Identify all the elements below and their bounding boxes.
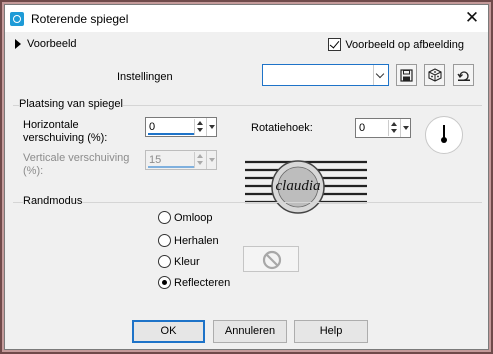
rotation-angle-dropdown[interactable] xyxy=(400,119,410,137)
vertical-offset-label-1: Verticale verschuiving xyxy=(23,152,130,164)
rotation-angle-spin-arrows[interactable] xyxy=(388,120,399,136)
outer-frame: Roterende spiegel ✕ Voorbeeld Voorbeeld … xyxy=(0,0,493,354)
floppy-disk-icon xyxy=(400,68,413,82)
save-preset-button[interactable] xyxy=(396,64,417,86)
vertical-offset-spin-arrows xyxy=(194,152,205,168)
edge-mode-option-repeat[interactable]: Herhalen xyxy=(158,234,219,247)
dialog-window: Roterende spiegel ✕ Voorbeeld Voorbeeld … xyxy=(4,4,489,350)
rotation-dial[interactable] xyxy=(425,116,463,154)
rotation-angle-label: Rotatiehoek: xyxy=(251,122,313,134)
horizontal-offset-value[interactable]: 0 xyxy=(149,121,155,133)
radio-wrap[interactable] xyxy=(158,211,171,224)
horizontal-offset-spin-arrows[interactable] xyxy=(194,119,205,135)
vertical-offset-underline xyxy=(148,166,194,168)
random-preset-button[interactable] xyxy=(424,64,445,86)
inner-frame: Roterende spiegel ✕ Voorbeeld Voorbeeld … xyxy=(2,2,491,352)
preview-toggle[interactable]: Voorbeeld xyxy=(15,38,77,50)
reset-icon xyxy=(456,71,470,81)
app-icon xyxy=(10,12,24,26)
rotation-angle-stepper[interactable]: 0 xyxy=(355,118,411,138)
rotation-angle-value[interactable]: 0 xyxy=(359,122,365,134)
edge-mode-option-wrap[interactable]: Omloop xyxy=(158,211,213,224)
preview-on-image-checkbox[interactable] xyxy=(328,38,342,51)
ok-button[interactable]: OK xyxy=(132,320,205,343)
radio-reflect-label[interactable]: Reflecteren xyxy=(174,277,230,289)
edge-mode-group-title: Randmodus xyxy=(23,195,83,207)
radio-repeat[interactable] xyxy=(158,234,171,247)
spin-down-icon[interactable] xyxy=(197,128,203,132)
svg-text:claudia: claudia xyxy=(276,178,321,194)
dice-icon xyxy=(427,68,442,82)
claudia-watermark-logo: claudia xyxy=(245,160,367,214)
vertical-offset-dropdown xyxy=(206,151,216,169)
vertical-offset-value: 15 xyxy=(149,154,162,166)
help-button[interactable]: Help xyxy=(294,320,368,343)
horizontal-offset-label-2: verschuiving (%): xyxy=(23,132,108,144)
edge-color-swatch xyxy=(243,246,299,272)
spin-up-icon xyxy=(197,154,203,158)
spin-up-icon[interactable] xyxy=(197,121,203,125)
radio-repeat-label[interactable]: Herhalen xyxy=(174,235,219,247)
radio-color-label[interactable]: Kleur xyxy=(174,256,200,268)
window-title: Roterende spiegel xyxy=(31,12,129,26)
vertical-offset-stepper: 15 xyxy=(145,150,217,170)
radio-reflect[interactable] xyxy=(158,276,171,289)
radio-wrap-label[interactable]: Omloop xyxy=(174,212,213,224)
spin-down-icon[interactable] xyxy=(391,129,397,133)
cancel-button[interactable]: Annuleren xyxy=(213,320,287,343)
spin-up-icon[interactable] xyxy=(391,122,397,126)
edge-mode-group-border xyxy=(13,202,482,203)
preview-label: Voorbeeld xyxy=(27,38,77,50)
spin-down-icon xyxy=(197,161,203,165)
horizontal-offset-stepper[interactable]: 0 xyxy=(145,117,217,137)
chevron-down-icon[interactable] xyxy=(373,65,388,85)
vertical-offset-label-2: (%): xyxy=(23,165,44,177)
title-bar[interactable]: Roterende spiegel ✕ xyxy=(5,5,488,32)
reset-preset-button[interactable] xyxy=(453,64,474,86)
preset-dropdown[interactable] xyxy=(262,64,389,86)
no-color-icon xyxy=(262,250,282,270)
horizontal-offset-underline xyxy=(148,133,194,135)
edge-mode-option-reflect[interactable]: Reflecteren xyxy=(158,276,230,289)
horizontal-offset-label-1: Horizontale xyxy=(23,119,79,131)
radio-color[interactable] xyxy=(158,255,171,268)
expand-triangle-icon[interactable] xyxy=(15,39,21,49)
preview-on-image-checkbox-row[interactable]: Voorbeeld op afbeelding xyxy=(328,38,464,51)
close-icon[interactable]: ✕ xyxy=(462,8,482,28)
edge-mode-option-color[interactable]: Kleur xyxy=(158,255,200,268)
preview-on-image-label: Voorbeeld op afbeelding xyxy=(345,38,464,51)
horizontal-offset-dropdown[interactable] xyxy=(206,118,216,136)
placement-group-title: Plaatsing van spiegel xyxy=(19,98,123,110)
settings-label: Instellingen xyxy=(117,71,173,83)
